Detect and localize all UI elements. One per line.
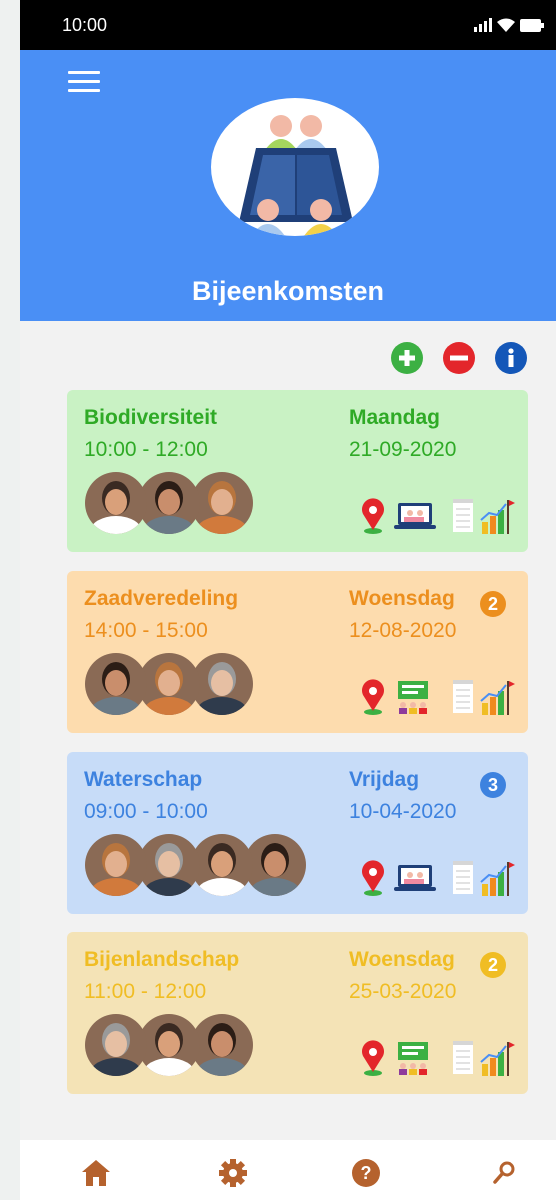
avatar[interactable] bbox=[138, 834, 200, 896]
meeting-date: 25-03-2020 bbox=[349, 980, 457, 1003]
remove-meeting-button[interactable] bbox=[443, 342, 475, 374]
meeting-day: Woensdag bbox=[349, 948, 455, 971]
wifi-icon bbox=[497, 18, 515, 32]
avatar[interactable] bbox=[85, 653, 147, 715]
svg-text:?: ? bbox=[361, 1163, 372, 1183]
meeting-time: 09:00 - 10:00 bbox=[84, 800, 208, 823]
status-bar: 10:00 bbox=[20, 0, 556, 50]
notification-badge: 3 bbox=[480, 772, 506, 798]
meeting-title: Bijenlandschap bbox=[84, 948, 240, 971]
meeting-title: Zaadveredeling bbox=[84, 587, 239, 610]
chart-flag-icon bbox=[480, 681, 515, 715]
meeting-day: Woensdag bbox=[349, 587, 455, 610]
add-meeting-button[interactable] bbox=[391, 342, 423, 374]
menu-icon[interactable] bbox=[68, 71, 100, 93]
info-circle-icon bbox=[508, 348, 514, 367]
help-icon: ? bbox=[352, 1159, 380, 1187]
meeting-card[interactable]: Bijenlandschap 11:00 - 12:00 Woensdag 25-03… bbox=[67, 932, 528, 1094]
location-pin-icon bbox=[362, 679, 384, 715]
meeting-card[interactable]: Biodiversiteit 10:00 - 12:00 Maandag 21-09-… bbox=[67, 390, 528, 552]
avatar[interactable] bbox=[138, 653, 200, 715]
notes-button[interactable] bbox=[447, 679, 479, 715]
notes-button[interactable] bbox=[447, 1040, 479, 1076]
avatar[interactable] bbox=[191, 472, 253, 534]
avatar[interactable] bbox=[244, 834, 306, 896]
location-button[interactable] bbox=[357, 1040, 389, 1076]
meeting-title: Biodiversiteit bbox=[84, 406, 218, 429]
notification-badge: 2 bbox=[480, 952, 506, 978]
presentation-board-icon bbox=[398, 681, 428, 714]
location-pin-icon bbox=[362, 1040, 384, 1076]
phone-screen: 10:00 Bijeenkomsten Biodiversiteit 10:00… bbox=[20, 0, 556, 1200]
signal-icon bbox=[474, 18, 492, 32]
chart-flag-icon bbox=[480, 500, 515, 534]
nav-search[interactable] bbox=[489, 1158, 519, 1188]
nav-home[interactable] bbox=[81, 1158, 111, 1188]
avatar[interactable] bbox=[85, 472, 147, 534]
avatar[interactable] bbox=[191, 1014, 253, 1076]
notes-icon bbox=[453, 1041, 473, 1074]
home-icon bbox=[82, 1160, 110, 1186]
meeting-date: 21-09-2020 bbox=[349, 438, 457, 461]
video-call-button[interactable] bbox=[393, 860, 436, 896]
bottom-nav: ? bbox=[20, 1140, 556, 1200]
battery-icon bbox=[520, 18, 544, 32]
progress-button[interactable] bbox=[479, 498, 515, 534]
location-button[interactable] bbox=[357, 498, 389, 534]
laptop-video-icon bbox=[394, 865, 436, 891]
meeting-time: 14:00 - 15:00 bbox=[84, 619, 208, 642]
action-bar bbox=[20, 321, 556, 391]
app-header: Bijeenkomsten bbox=[20, 50, 556, 321]
progress-button[interactable] bbox=[479, 860, 515, 896]
meeting-day: Vrijdag bbox=[349, 768, 420, 791]
meeting-title: Waterschap bbox=[84, 768, 203, 791]
avatar[interactable] bbox=[191, 653, 253, 715]
avatar[interactable] bbox=[191, 834, 253, 896]
nav-help[interactable]: ? bbox=[351, 1158, 381, 1188]
meeting-time: 11:00 - 12:00 bbox=[84, 980, 207, 1003]
status-time: 10:00 bbox=[62, 14, 108, 35]
presentation-board-icon bbox=[398, 1042, 428, 1075]
laptop-video-icon bbox=[394, 503, 436, 529]
progress-button[interactable] bbox=[479, 1040, 515, 1076]
presentation-button[interactable] bbox=[393, 1040, 428, 1076]
notes-icon bbox=[453, 499, 473, 532]
meeting-time: 10:00 - 12:00 bbox=[84, 438, 208, 461]
meeting-card[interactable]: Waterschap 09:00 - 10:00 Vrijdag 10-04-2020… bbox=[67, 752, 528, 914]
location-pin-icon bbox=[362, 860, 384, 896]
notes-button[interactable] bbox=[447, 498, 479, 534]
presentation-button[interactable] bbox=[393, 679, 428, 715]
meeting-date: 12-08-2020 bbox=[349, 619, 457, 642]
page-title: Bijeenkomsten bbox=[191, 276, 385, 306]
search-icon bbox=[493, 1161, 515, 1184]
plus-circle-icon bbox=[399, 350, 415, 366]
info-button[interactable] bbox=[495, 342, 527, 374]
notification-badge: 2 bbox=[480, 591, 506, 617]
meeting-day: Maandag bbox=[349, 406, 441, 429]
chart-flag-icon bbox=[480, 862, 515, 896]
meeting-logo-icon bbox=[211, 98, 379, 236]
notes-icon bbox=[453, 861, 473, 894]
gear-icon bbox=[219, 1159, 247, 1187]
chart-flag-icon bbox=[480, 1042, 515, 1076]
meeting-card[interactable]: Zaadveredeling 14:00 - 15:00 Woensdag 12-08… bbox=[67, 571, 528, 733]
notes-icon bbox=[453, 680, 473, 713]
avatar[interactable] bbox=[85, 834, 147, 896]
avatar[interactable] bbox=[85, 1014, 147, 1076]
avatar[interactable] bbox=[138, 472, 200, 534]
location-pin-icon bbox=[362, 498, 384, 534]
meeting-date: 10-04-2020 bbox=[349, 800, 457, 823]
location-button[interactable] bbox=[357, 860, 389, 896]
progress-button[interactable] bbox=[479, 679, 515, 715]
minus-circle-icon bbox=[450, 355, 468, 361]
notes-button[interactable] bbox=[447, 860, 479, 896]
location-button[interactable] bbox=[357, 679, 389, 715]
video-call-button[interactable] bbox=[393, 498, 436, 534]
nav-settings[interactable] bbox=[218, 1158, 248, 1188]
avatar[interactable] bbox=[138, 1014, 200, 1076]
